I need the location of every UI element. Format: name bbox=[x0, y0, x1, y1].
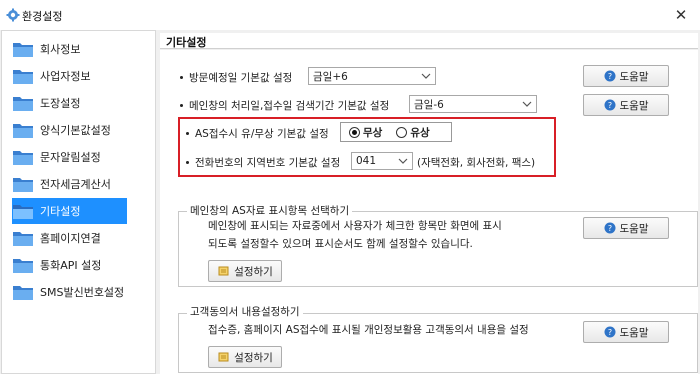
sidebar-item-label: 전자세금계산서 bbox=[40, 178, 111, 191]
visit-default-value: 금일+6 bbox=[313, 70, 348, 83]
sidebar-item-label: 기타설정 bbox=[40, 205, 81, 218]
settings-button-label: 설정하기 bbox=[234, 351, 273, 364]
radio-paid-label: 유상 bbox=[410, 126, 430, 139]
as-paid-radio-group: 무상 유상 bbox=[340, 122, 452, 142]
radio-free[interactable]: 무상 bbox=[349, 125, 382, 140]
chevron-down-icon bbox=[522, 101, 532, 107]
sidebar-item-sms-sender[interactable]: SMS발신번호설정 bbox=[12, 279, 127, 305]
folder-icon bbox=[13, 151, 33, 165]
gear-icon bbox=[6, 8, 20, 22]
help-button-label: 도움말 bbox=[619, 326, 649, 339]
folder-icon bbox=[13, 43, 33, 57]
as-display-desc-line2: 되도록 설정할수 있으며 표시순서도 함께 설정할수 있습니다. bbox=[208, 238, 473, 250]
panel-header bbox=[160, 33, 698, 49]
sidebar-item-label: SMS발신번호설정 bbox=[40, 286, 125, 299]
bullet-icon bbox=[186, 160, 189, 164]
help-button-label: 도움말 bbox=[619, 222, 649, 235]
folder-icon bbox=[13, 259, 33, 273]
sidebar-item-label: 회사정보 bbox=[40, 43, 81, 56]
sidebar-item-sms-alerts[interactable]: 문자알림설정 bbox=[12, 144, 127, 170]
folder-icon bbox=[13, 70, 33, 84]
help-button-label: 도움말 bbox=[619, 99, 649, 112]
sidebar-item-label: 문자알림설정 bbox=[40, 151, 101, 164]
bullet-icon bbox=[186, 131, 189, 135]
visit-default-label: 방문예정일 기본값 설정 bbox=[180, 70, 292, 85]
as-display-desc-line1: 메인창에 표시되는 자료중에서 사용자가 체크한 항목만 화면에 표시 bbox=[208, 220, 502, 232]
folder-icon bbox=[13, 286, 33, 300]
radio-free-label: 무상 bbox=[363, 126, 383, 139]
area-code-note: (자택전화, 회사전화, 팩스) bbox=[417, 157, 536, 169]
folder-icon bbox=[13, 205, 33, 219]
chevron-down-icon bbox=[421, 73, 431, 79]
sidebar-item-call-api[interactable]: 통화API 설정 bbox=[12, 252, 127, 278]
search-period-label: 메인창의 처리일,접수일 검색기간 기본값 설정 bbox=[180, 98, 389, 113]
window-title: 환경설정 bbox=[22, 10, 63, 23]
as-display-settings-button[interactable]: 설정하기 bbox=[208, 260, 282, 282]
close-button[interactable]: ✕ bbox=[664, 3, 698, 27]
sidebar-item-homepage-link[interactable]: 홈페이지연결 bbox=[12, 225, 127, 251]
wrench-icon bbox=[218, 266, 229, 276]
sidebar-item-stamp[interactable]: 도장설정 bbox=[12, 90, 127, 116]
folder-icon bbox=[13, 178, 33, 192]
svg-text:?: ? bbox=[607, 101, 611, 110]
help-button-consent[interactable]: ? 도움말 bbox=[583, 321, 669, 343]
panel-title: 기타설정 bbox=[166, 36, 207, 49]
help-button-visit[interactable]: ? 도움말 bbox=[583, 65, 669, 87]
search-period-select[interactable]: 금일-6 bbox=[409, 95, 537, 113]
svg-text:?: ? bbox=[607, 328, 611, 337]
help-icon: ? bbox=[604, 70, 615, 82]
radio-circle bbox=[396, 126, 408, 138]
title-bar: 환경설정 ✕ bbox=[0, 0, 700, 30]
help-icon: ? bbox=[604, 326, 615, 338]
folder-icon bbox=[13, 97, 33, 111]
area-code-select[interactable]: 041 bbox=[351, 152, 413, 170]
consent-settings-button[interactable]: 설정하기 bbox=[208, 346, 282, 368]
sidebar-item-form-defaults[interactable]: 양식기본값설정 bbox=[12, 117, 127, 143]
sidebar-item-label: 홈페이지연결 bbox=[40, 232, 101, 245]
help-button-as-display[interactable]: ? 도움말 bbox=[583, 217, 669, 239]
sidebar-item-label: 도장설정 bbox=[40, 97, 81, 110]
as-paid-label: AS접수시 유/무상 기본값 설정 bbox=[186, 126, 329, 141]
sidebar: 회사정보 사업자정보 도장설정 양식기본값설정 문자알림설정 전자세금계산서 기… bbox=[1, 30, 156, 374]
sidebar-item-company-info[interactable]: 회사정보 bbox=[12, 36, 127, 62]
consent-group-title: 고객동의서 내용설정하기 bbox=[187, 304, 303, 319]
visit-default-select[interactable]: 금일+6 bbox=[308, 67, 436, 85]
svg-text:?: ? bbox=[607, 72, 611, 81]
sidebar-item-label: 사업자정보 bbox=[40, 70, 91, 83]
folder-icon bbox=[13, 124, 33, 138]
area-code-value: 041 bbox=[356, 155, 377, 167]
help-button-label: 도움말 bbox=[619, 70, 649, 83]
help-icon: ? bbox=[604, 222, 615, 234]
radio-paid[interactable]: 유상 bbox=[396, 125, 430, 140]
help-icon: ? bbox=[604, 99, 615, 111]
consent-desc-line1: 접수증, 홈페이지 AS접수에 표시될 개인정보활용 고객동의서 내용을 설정 bbox=[208, 324, 529, 336]
area-code-label: 전화번호의 지역번호 기본값 설정 bbox=[186, 155, 340, 170]
radio-circle-checked bbox=[349, 126, 360, 138]
sidebar-item-other-settings[interactable]: 기타설정 bbox=[12, 198, 127, 224]
chevron-down-icon bbox=[398, 158, 408, 164]
sidebar-item-business-info[interactable]: 사업자정보 bbox=[12, 63, 127, 89]
close-icon: ✕ bbox=[674, 6, 688, 24]
sidebar-item-label: 통화API 설정 bbox=[40, 259, 102, 272]
folder-icon bbox=[13, 232, 33, 246]
sidebar-item-e-tax-invoice[interactable]: 전자세금계산서 bbox=[12, 171, 127, 197]
svg-text:?: ? bbox=[607, 224, 611, 233]
as-display-group-title: 메인창의 AS자료 표시항목 선택하기 bbox=[187, 203, 353, 218]
search-period-value: 금일-6 bbox=[414, 98, 444, 111]
bullet-icon bbox=[180, 75, 183, 79]
wrench-icon bbox=[218, 352, 229, 362]
help-button-search[interactable]: ? 도움말 bbox=[583, 94, 669, 116]
bullet-icon bbox=[180, 103, 183, 107]
settings-button-label: 설정하기 bbox=[234, 265, 273, 278]
sidebar-item-label: 양식기본값설정 bbox=[40, 124, 111, 137]
